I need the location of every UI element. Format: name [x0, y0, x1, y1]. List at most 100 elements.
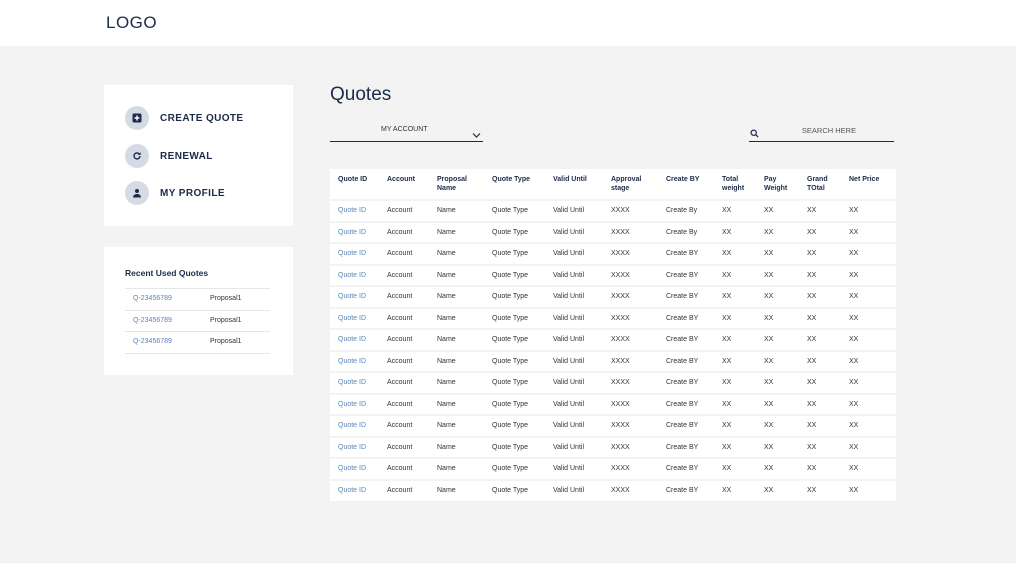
recent-quote-id-link[interactable]: Q-23456789: [133, 295, 172, 302]
table-cell: XXXX: [603, 435, 658, 458]
column-header[interactable]: Quote Type: [484, 169, 545, 200]
table-cell: Quote Type: [484, 349, 545, 372]
recent-quote-name: Proposal1: [210, 295, 242, 302]
nav-item-label: CREATE QUOTE: [160, 112, 244, 124]
table-cell: Valid Until: [545, 371, 603, 394]
recent-quote-row[interactable]: Q-23456789 Proposal1: [125, 289, 270, 311]
table-cell: Quote Type: [484, 199, 545, 222]
table-cell: XX: [799, 371, 841, 394]
recent-quote-name: Proposal1: [210, 338, 242, 345]
column-header[interactable]: Net Price: [841, 169, 896, 200]
table-cell: XX: [799, 414, 841, 437]
quote-id-link[interactable]: Quote ID: [330, 285, 379, 308]
table-cell: Create By: [658, 220, 714, 243]
table-cell: XX: [714, 478, 756, 501]
quote-id-link[interactable]: Quote ID: [330, 328, 379, 351]
table-row[interactable]: Quote ID Account Name Quote Type Valid Until…: [330, 285, 896, 308]
table-row[interactable]: Quote ID Account Name Quote Type Valid Until…: [330, 478, 896, 501]
column-header[interactable]: Proposal Name: [429, 169, 484, 200]
table-row[interactable]: Quote ID Account Name Quote Type Valid Until…: [330, 328, 896, 351]
table-cell: Name: [429, 435, 484, 458]
table-cell: XXXX: [603, 306, 658, 329]
table-cell: Quote Type: [484, 392, 545, 415]
table-cell: XX: [756, 306, 799, 329]
table-row[interactable]: Quote ID Account Name Quote Type Valid Until…: [330, 392, 896, 415]
table-row[interactable]: Quote ID Account Name Quote Type Valid Until…: [330, 242, 896, 265]
search-input[interactable]: [769, 123, 889, 137]
column-header[interactable]: Approval stage: [603, 169, 658, 200]
table-cell: Quote Type: [484, 263, 545, 286]
table-row[interactable]: Quote ID Account Name Quote Type Valid Until…: [330, 371, 896, 394]
account-dropdown[interactable]: MY ACCOUNT: [330, 122, 483, 142]
column-header[interactable]: Account: [379, 169, 429, 200]
table-cell: XXXX: [603, 457, 658, 480]
table-cell: Name: [429, 199, 484, 222]
search-icon[interactable]: [750, 125, 759, 143]
table-cell: XX: [714, 285, 756, 308]
column-header[interactable]: Valid Until: [545, 169, 603, 200]
table-cell: XX: [756, 285, 799, 308]
table-cell: Create BY: [658, 263, 714, 286]
table-cell: XX: [799, 263, 841, 286]
table-cell: XX: [714, 435, 756, 458]
quote-id-link[interactable]: Quote ID: [330, 435, 379, 458]
table-cell: Valid Until: [545, 220, 603, 243]
table-cell: XX: [841, 263, 896, 286]
table-cell: XXXX: [603, 414, 658, 437]
table-cell: Name: [429, 371, 484, 394]
table-cell: Name: [429, 242, 484, 265]
nav-item-create-quote[interactable]: CREATE QUOTE: [125, 106, 244, 130]
column-header[interactable]: Create BY: [658, 169, 714, 200]
table-cell: XX: [841, 328, 896, 351]
quote-id-link[interactable]: Quote ID: [330, 220, 379, 243]
quote-id-link[interactable]: Quote ID: [330, 392, 379, 415]
page-title: Quotes: [330, 84, 392, 105]
table-cell: Quote Type: [484, 371, 545, 394]
recent-quote-id-link[interactable]: Q-23456789: [133, 317, 172, 324]
quote-id-link[interactable]: Quote ID: [330, 306, 379, 329]
column-header[interactable]: Total weight: [714, 169, 756, 200]
table-cell: Account: [379, 199, 429, 222]
recent-quote-id-link[interactable]: Q-23456789: [133, 338, 172, 345]
table-cell: Create BY: [658, 328, 714, 351]
table-cell: XX: [841, 457, 896, 480]
table-row[interactable]: Quote ID Account Name Quote Type Valid Until…: [330, 457, 896, 480]
column-header[interactable]: Pay Weight: [756, 169, 799, 200]
table-cell: Account: [379, 220, 429, 243]
table-cell: XX: [799, 478, 841, 501]
quote-id-link[interactable]: Quote ID: [330, 349, 379, 372]
table-cell: XX: [756, 371, 799, 394]
quote-id-link[interactable]: Quote ID: [330, 199, 379, 222]
quote-id-link[interactable]: Quote ID: [330, 457, 379, 480]
nav-item-renewal[interactable]: RENEWAL: [125, 144, 213, 168]
column-header[interactable]: Quote ID: [330, 169, 379, 200]
quote-id-link[interactable]: Quote ID: [330, 263, 379, 286]
table-cell: Valid Until: [545, 414, 603, 437]
recent-quote-row[interactable]: Q-23456789 Proposal1: [125, 332, 270, 354]
quote-id-link[interactable]: Quote ID: [330, 371, 379, 394]
table-row[interactable]: Quote ID Account Name Quote Type Valid Until…: [330, 414, 896, 437]
table-cell: XX: [714, 220, 756, 243]
table-row[interactable]: Quote ID Account Name Quote Type Valid Until…: [330, 199, 896, 222]
column-header[interactable]: Grand TOtal: [799, 169, 841, 200]
table-row[interactable]: Quote ID Account Name Quote Type Valid Until…: [330, 349, 896, 372]
table-row[interactable]: Quote ID Account Name Quote Type Valid Until…: [330, 220, 896, 243]
table-cell: XXXX: [603, 285, 658, 308]
nav-item-my-profile[interactable]: MY PROFILE: [125, 181, 225, 205]
table-cell: Valid Until: [545, 392, 603, 415]
quote-id-link[interactable]: Quote ID: [330, 242, 379, 265]
recent-quote-row[interactable]: Q-23456789 Proposal1: [125, 311, 270, 332]
table-cell: Create BY: [658, 478, 714, 501]
top-bar: LOGO: [0, 0, 1016, 46]
table-cell: XXXX: [603, 392, 658, 415]
table-row[interactable]: Quote ID Account Name Quote Type Valid Until…: [330, 263, 896, 286]
quote-id-link[interactable]: Quote ID: [330, 478, 379, 501]
recent-quotes-title: Recent Used Quotes: [125, 268, 209, 278]
quote-id-link[interactable]: Quote ID: [330, 414, 379, 437]
table-cell: XXXX: [603, 478, 658, 501]
table-cell: XX: [756, 263, 799, 286]
table-cell: Account: [379, 242, 429, 265]
table-row[interactable]: Quote ID Account Name Quote Type Valid Until…: [330, 435, 896, 458]
logo[interactable]: LOGO: [106, 13, 157, 33]
table-row[interactable]: Quote ID Account Name Quote Type Valid Until…: [330, 306, 896, 329]
